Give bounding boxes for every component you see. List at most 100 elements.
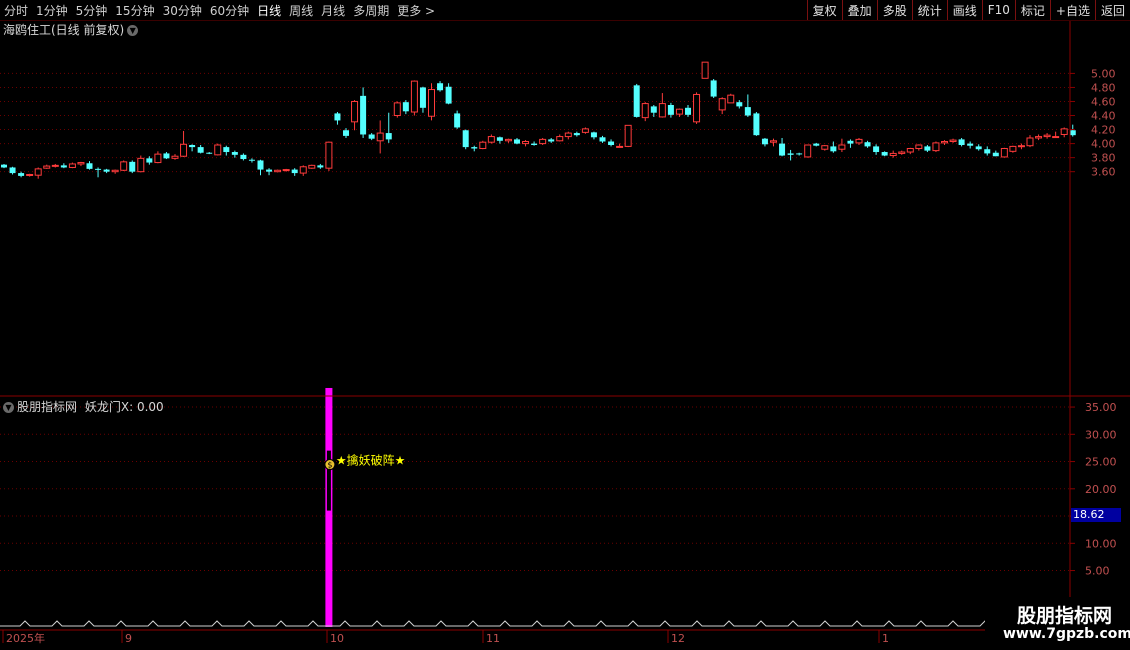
candle-body bbox=[1043, 134, 1051, 138]
candle-body bbox=[984, 149, 991, 154]
price-axis: 5.004.804.60 4.404.204.003.803.60 bbox=[1070, 67, 1116, 179]
candle-body bbox=[129, 161, 136, 172]
candle-body bbox=[744, 107, 751, 116]
time-tick-label: 10 bbox=[330, 632, 344, 645]
candle-body bbox=[548, 139, 555, 142]
zigzag-line bbox=[0, 620, 992, 627]
period-tabs: 分时 1分钟 5分钟 15分钟 30分钟 60分钟 日线 周线 月线 多周期 更… bbox=[4, 0, 443, 20]
f10-button[interactable]: F10 bbox=[981, 0, 1015, 20]
price-tick-label: 4.60 bbox=[1091, 95, 1116, 108]
candle-body bbox=[308, 164, 316, 169]
draw-line-button[interactable]: 画线 bbox=[946, 0, 982, 20]
chevron-down-icon[interactable]: ▼ bbox=[3, 402, 14, 413]
candle-body bbox=[343, 130, 349, 136]
candle-body bbox=[813, 143, 820, 146]
indicator-price-tag: 18.62 bbox=[1071, 508, 1121, 522]
stock-title: 海鸥住工(日线 前复权) bbox=[3, 23, 125, 37]
money-bag-glyph: $ bbox=[327, 461, 332, 470]
candle-body bbox=[393, 102, 401, 117]
indicator-tick-label: 30.00 bbox=[1085, 428, 1117, 441]
candle-body bbox=[906, 148, 914, 153]
indicator-axis: 35.0030.0025.0020.0015.0010.005.00 bbox=[1070, 401, 1117, 578]
multi-stock-button[interactable]: 多股 bbox=[876, 0, 912, 20]
candle-body bbox=[146, 158, 153, 163]
statistics-button[interactable]: 统计 bbox=[911, 0, 947, 20]
price-tick-label: 4.40 bbox=[1091, 110, 1116, 123]
tab-60min[interactable]: 60分钟 bbox=[210, 2, 249, 19]
indicator-tick-label: 35.00 bbox=[1085, 401, 1117, 414]
candle-body bbox=[804, 144, 812, 158]
indicator-grid bbox=[0, 406, 1070, 572]
indicator-tick-label: 10.00 bbox=[1085, 537, 1117, 550]
candle-body bbox=[18, 173, 25, 176]
candle-body bbox=[932, 142, 940, 152]
time-axis: 2025年 9 10 11 12 1 bbox=[2, 630, 889, 645]
tab-daily[interactable]: 日线 bbox=[257, 2, 281, 19]
candle-body bbox=[658, 103, 666, 118]
restore-rights-button[interactable]: 复权 bbox=[806, 0, 842, 20]
price-tick-label: 4.20 bbox=[1091, 124, 1116, 137]
candle-body bbox=[1017, 145, 1025, 148]
candle-body bbox=[154, 153, 162, 164]
chevron-down-icon[interactable]: ▼ bbox=[127, 25, 139, 36]
mark-button[interactable]: 标记 bbox=[1014, 0, 1050, 20]
candle-body bbox=[873, 146, 880, 153]
candle-body bbox=[9, 167, 16, 174]
tab-more[interactable]: 更多 > bbox=[397, 2, 435, 19]
tab-weekly[interactable]: 周线 bbox=[289, 2, 313, 19]
candle-body bbox=[864, 142, 871, 147]
candle-body bbox=[95, 168, 102, 170]
period-toolbar: 分时 1分钟 5分钟 15分钟 30分钟 60分钟 日线 周线 月线 多周期 更… bbox=[0, 0, 1130, 21]
candle-body bbox=[487, 136, 495, 143]
back-button[interactable]: 返回 bbox=[1094, 0, 1130, 20]
add-watchlist-button[interactable]: +自选 bbox=[1049, 0, 1095, 20]
overlay-button[interactable]: 叠加 bbox=[841, 0, 877, 20]
candle-body bbox=[924, 146, 931, 151]
candle-body bbox=[120, 161, 128, 171]
candle-body bbox=[821, 145, 829, 150]
chart-canvas: 5.004.804.604.404.204.003.803.60 35.0030… bbox=[0, 20, 1130, 645]
candle-body bbox=[1052, 136, 1060, 139]
candle-body bbox=[299, 166, 307, 174]
candle-body bbox=[445, 86, 452, 104]
candle-body bbox=[796, 153, 803, 155]
tab-multi-period[interactable]: 多周期 bbox=[353, 2, 389, 19]
candle-body bbox=[633, 85, 640, 117]
candle-body bbox=[522, 140, 530, 145]
candle-body bbox=[675, 108, 683, 115]
candle-body bbox=[581, 128, 589, 133]
candle-body bbox=[68, 163, 76, 168]
candle-body bbox=[710, 80, 717, 97]
candle-body bbox=[992, 152, 999, 157]
tab-15min[interactable]: 15分钟 bbox=[115, 2, 154, 19]
price-tick-label: 3.80 bbox=[1091, 152, 1116, 165]
tab-1min[interactable]: 1分钟 bbox=[36, 2, 68, 19]
tab-5min[interactable]: 5分钟 bbox=[76, 2, 108, 19]
candle-body bbox=[847, 140, 854, 144]
candle-body bbox=[701, 61, 709, 79]
candle-body bbox=[206, 152, 213, 154]
candle-body bbox=[556, 136, 564, 142]
candle-body bbox=[1035, 136, 1043, 139]
indicator-name[interactable]: 股朋指标网 bbox=[17, 400, 77, 414]
candle-body bbox=[608, 141, 615, 146]
candle-body bbox=[86, 163, 93, 169]
candle-body bbox=[197, 147, 204, 153]
candle-body bbox=[419, 87, 426, 108]
candle-body bbox=[282, 169, 290, 172]
candle-body bbox=[257, 160, 264, 170]
candle-body bbox=[1026, 137, 1034, 147]
tab-monthly[interactable]: 月线 bbox=[321, 2, 345, 19]
candle-body bbox=[428, 89, 435, 117]
candle-body bbox=[736, 102, 743, 107]
candle-body bbox=[231, 152, 238, 155]
tab-30min[interactable]: 30分钟 bbox=[163, 2, 202, 19]
candle-body bbox=[214, 144, 222, 156]
candle-body bbox=[410, 80, 418, 113]
candle-body bbox=[564, 132, 572, 138]
tab-fenshi[interactable]: 分时 bbox=[4, 2, 28, 19]
candle-body bbox=[163, 153, 170, 159]
candle-body bbox=[693, 93, 701, 123]
indicator-title: ▼ 股朋指标网 妖龙门X: 0.00 bbox=[3, 398, 164, 415]
candle-body bbox=[599, 137, 606, 142]
